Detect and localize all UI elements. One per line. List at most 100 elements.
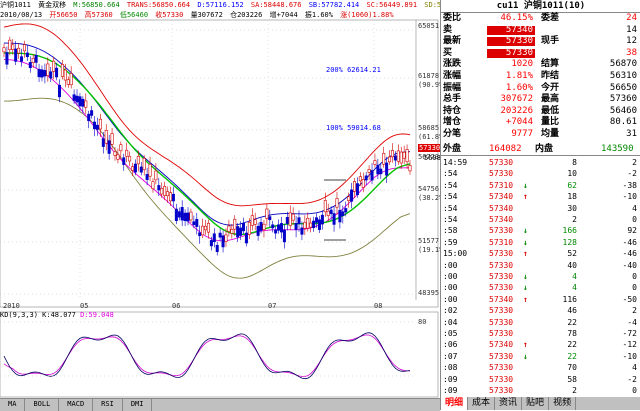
quote-l2: 结算 [541, 59, 560, 70]
kdj-k-value: K:48.077 [42, 311, 76, 319]
candle-body [209, 240, 213, 247]
tab-video[interactable]: 视频 [549, 397, 577, 410]
tick-v: 10 [567, 169, 577, 179]
kline-chart-area[interactable]: 沪铜1011 黄金双移 M:56850.664 TRANS:56850.664 … [0, 0, 475, 411]
quote-l1: 卖 [443, 24, 453, 35]
candle-body [320, 214, 324, 225]
tab-news[interactable]: 资讯 [495, 397, 523, 410]
tick-t: :00 [443, 283, 458, 293]
tab-forum[interactable]: 贴吧 [522, 397, 550, 410]
candle-body [52, 60, 56, 72]
candle-body [399, 151, 403, 164]
tick-row: :07 57330 ↓ 22 -10 [441, 351, 640, 362]
candle-body [277, 224, 281, 231]
quote-row: 持仓 203226 最低 56460 [441, 106, 640, 117]
candle-body [122, 157, 126, 165]
tick-p: 57330 [489, 260, 514, 270]
tab-rsi[interactable]: RSI [93, 399, 123, 411]
quote-l1: 涨跌 [443, 59, 462, 70]
quote-v1: 203226 [500, 105, 533, 116]
quote-l1: 增仓 [443, 117, 462, 128]
tab-cost[interactable]: 成本 [468, 397, 496, 410]
candle-body [110, 133, 114, 145]
tick-row: :00 57330 40 -40 [441, 260, 640, 271]
candle-body [250, 215, 254, 226]
fib-100-label: 100% 59014.68 [326, 124, 381, 132]
quote-panel: cu11 沪铜1011(10) 委比 46.15% 委差 24 卖 57340 14 最新 57… [440, 0, 640, 410]
tab-macd[interactable]: MACD [59, 399, 94, 411]
candle-body [5, 52, 9, 65]
candle-body [171, 193, 175, 202]
tab-detail[interactable]: 明细 [441, 397, 469, 410]
tick-t: :54 [443, 203, 458, 213]
candle-body [55, 67, 59, 78]
tick-row: :54 57340 ↑ 18 -10 [441, 191, 640, 202]
tick-t: :54 [443, 180, 458, 190]
tick-a: ↓ [523, 272, 528, 281]
tick-p: 57330 [489, 226, 514, 236]
candle-body [256, 225, 260, 236]
candle-body [253, 219, 257, 225]
tick-v: 70 [567, 363, 577, 373]
tab-ma[interactable]: MA [0, 399, 26, 411]
quote-v2: 38 [626, 47, 637, 58]
quote-row: 增仓 +7044 量比 80.61 [441, 117, 640, 128]
tick-d: 92 [627, 226, 637, 236]
candle-body [300, 227, 304, 235]
tick-t: 14:59 [443, 158, 468, 167]
tick-p: 57310 [489, 237, 514, 247]
quote-l2: 今开 [541, 82, 560, 93]
tick-p: 57330 [489, 329, 514, 338]
tick-d: -38 [622, 180, 637, 190]
x-label-05: 05 [80, 302, 89, 310]
x-label-06: 06 [172, 302, 181, 310]
quote-l1: 持仓 [443, 105, 462, 116]
kline-svg [0, 19, 439, 398]
tab-dmi[interactable]: DMI [123, 399, 153, 411]
quote-v1: 57330 [505, 36, 533, 47]
quote-title: cu11 沪铜1011(10) [441, 0, 640, 12]
candle-body [160, 187, 164, 195]
tick-t: :07 [443, 351, 458, 361]
tick-row: :59 57310 ↓ 128 -46 [441, 237, 640, 248]
candle-body [31, 57, 35, 63]
tick-t: :05 [443, 329, 458, 338]
candle-body [8, 39, 12, 51]
candle-body [259, 222, 263, 231]
tick-row: :05 57330 78 -72 [441, 328, 640, 339]
tick-a: ↓ [523, 180, 528, 190]
tick-v: 40 [567, 260, 577, 270]
tick-d: 4 [632, 203, 637, 213]
tab-boll[interactable]: BOLL [25, 399, 60, 411]
candle-body [388, 156, 392, 163]
y-label-65051: 65051 [418, 22, 440, 30]
waipan-label: 外盘 [443, 144, 462, 154]
ma-magenta-line [3, 58, 410, 242]
tick-row: :54 57310 ↓ 62 -38 [441, 180, 640, 191]
candle-body [364, 175, 368, 181]
candle-body [157, 185, 161, 191]
candle-body [125, 149, 129, 157]
tick-p: 57340 [489, 192, 514, 202]
candle-body [344, 208, 348, 213]
candle-body [136, 155, 140, 165]
quote-l1: 分笔 [443, 129, 462, 139]
candle-body [177, 211, 181, 218]
kdj-d-value: D:59.048 [80, 311, 114, 319]
candle-body [34, 54, 38, 63]
candle-body [107, 140, 111, 154]
candle-body [101, 138, 105, 147]
tick-v: 46 [567, 306, 577, 316]
quote-l2: 委差 [541, 13, 560, 23]
candle-body [236, 226, 240, 238]
candle-body [151, 181, 155, 190]
candle-body [323, 200, 327, 213]
quote-v2: 56650 [609, 82, 637, 93]
candle-body [218, 232, 222, 238]
candle-body [353, 181, 357, 192]
tick-d: -50 [622, 294, 637, 304]
tick-t: :54 [443, 215, 458, 224]
tick-a: ↓ [523, 237, 528, 247]
quote-row: 总手 307672 最高 57360 [441, 94, 640, 105]
candle-body [233, 218, 237, 230]
